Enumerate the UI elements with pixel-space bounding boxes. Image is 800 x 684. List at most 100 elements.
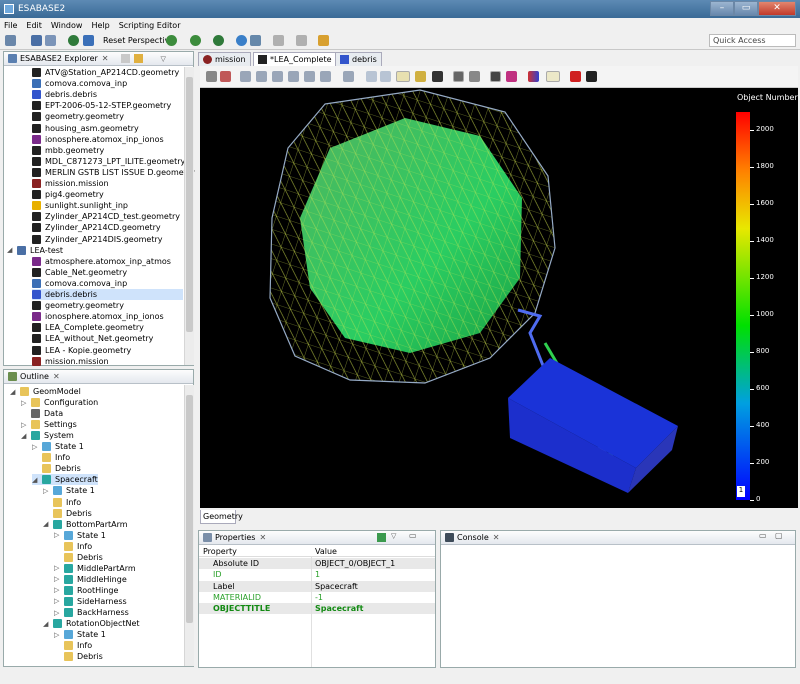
outline-item[interactable]: Debris: [54, 552, 103, 563]
explorer-item[interactable]: LEA_without_Net.geometry: [32, 333, 183, 344]
outline-item[interactable]: ▷ State 1: [54, 530, 106, 541]
expand-icon[interactable]: ▷: [54, 597, 62, 605]
expand-icon[interactable]: ▷: [54, 531, 62, 539]
outline-item[interactable]: ▷ State 1: [32, 441, 84, 452]
minimize-view-icon[interactable]: ▭: [759, 531, 767, 540]
forward-icon[interactable]: [318, 35, 329, 46]
reset-perspective-button[interactable]: Reset Perspective: [103, 36, 174, 45]
expand-icon[interactable]: ▷: [54, 609, 62, 617]
outline-item[interactable]: Debris: [43, 508, 92, 519]
outline-item[interactable]: ▷ RootHinge: [54, 585, 118, 596]
explorer-item[interactable]: LEA_Complete.geometry: [32, 322, 183, 333]
expand-icon[interactable]: ▷: [32, 443, 40, 451]
tab-geometry[interactable]: Geometry: [200, 510, 243, 524]
save-icon[interactable]: [31, 35, 42, 46]
outline-item[interactable]: ◢ GeomModel: [10, 386, 81, 397]
outline-item[interactable]: ▷ Configuration: [21, 397, 98, 408]
expand-icon[interactable]: ▷: [43, 487, 51, 495]
view-menu-icon[interactable]: ▽: [391, 532, 396, 540]
property-row[interactable]: ID 1: [199, 569, 435, 580]
view-iso-icon[interactable]: [343, 71, 354, 82]
explorer-item[interactable]: comova.comova_inp: [32, 278, 183, 289]
outline-item[interactable]: ◢ RotationObjectNet: [43, 618, 140, 629]
explorer-item[interactable]: debris.debris: [32, 89, 183, 100]
select-pointer-icon[interactable]: [432, 71, 443, 82]
menu-file[interactable]: File: [4, 21, 17, 30]
run-icon[interactable]: [68, 35, 79, 46]
explorer-item[interactable]: Zylinder_AP214CD.geometry: [32, 222, 183, 233]
explorer-item[interactable]: ATV@Station_AP214CD.geometry: [32, 67, 183, 78]
expand-icon[interactable]: ◢: [7, 246, 15, 254]
outline-item[interactable]: Debris: [32, 463, 81, 474]
explorer-item[interactable]: comova.comova_inp: [32, 78, 183, 89]
expand-icon[interactable]: ◢: [32, 476, 40, 484]
outline-item[interactable]: Data: [21, 408, 63, 419]
explorer-item[interactable]: ionosphere.atomox_inp_ionos: [32, 311, 183, 322]
expand-icon[interactable]: ◢: [43, 620, 51, 628]
outline-item[interactable]: ◢ Spacecraft: [32, 474, 98, 486]
maximize-button[interactable]: ▭: [734, 1, 758, 16]
fit-icon[interactable]: [366, 71, 377, 82]
lighting-icon[interactable]: [415, 71, 426, 82]
display-mode-icon[interactable]: [396, 71, 410, 82]
menu-scripting-editor[interactable]: Scripting Editor: [119, 21, 181, 30]
menu-help[interactable]: Help: [91, 21, 109, 30]
close-icon[interactable]: ✕: [53, 372, 60, 381]
explorer-scroll-thumb[interactable]: [186, 77, 193, 332]
expand-icon[interactable]: ▷: [54, 564, 62, 572]
link-editor-icon[interactable]: [133, 54, 143, 63]
explorer-item[interactable]: MERLIN GSTB LIST ISSUE D.geometry: [32, 167, 195, 178]
property-row[interactable]: OBJECTTITLE Spacecraft: [199, 603, 435, 615]
expand-icon[interactable]: ▷: [54, 586, 62, 594]
explorer-item[interactable]: pig4.geometry: [32, 189, 183, 200]
export-pdf-icon[interactable]: [570, 71, 581, 82]
refresh-icon[interactable]: [190, 35, 201, 46]
property-row[interactable]: Absolute ID OBJECT_0/OBJECT_1: [199, 558, 435, 569]
outline-item[interactable]: ▷ State 1: [54, 629, 106, 640]
explorer-item[interactable]: Zylinder_AP214DIS.geometry: [32, 234, 183, 245]
view-right-icon[interactable]: [288, 71, 299, 82]
axes-icon[interactable]: [506, 71, 517, 82]
save-all-icon[interactable]: [45, 35, 56, 46]
tab-mission[interactable]: mission: [198, 52, 251, 66]
view-top-icon[interactable]: [304, 71, 315, 82]
outline-item[interactable]: ▷ MiddleHinge: [54, 574, 127, 585]
outline-item[interactable]: Info: [43, 497, 81, 508]
menu-edit[interactable]: Edit: [26, 21, 42, 30]
explorer-item[interactable]: atmosphere.atomox_inp_atmos: [32, 256, 183, 267]
view-left-icon[interactable]: [272, 71, 283, 82]
color-map-icon[interactable]: [528, 71, 539, 82]
explorer-item[interactable]: EPT-2006-05-12-STEP.geometry: [32, 100, 183, 111]
outline-item[interactable]: Info: [54, 640, 92, 651]
expand-icon[interactable]: ▷: [21, 399, 29, 407]
view-bottom-icon[interactable]: [320, 71, 331, 82]
collapse-all-icon[interactable]: [120, 54, 130, 63]
new-icon[interactable]: [5, 35, 16, 46]
edit-icon[interactable]: [273, 35, 284, 46]
close-icon[interactable]: ✕: [259, 533, 266, 542]
expand-icon[interactable]: ▷: [21, 421, 29, 429]
explorer-item[interactable]: ◢ LEA-test: [7, 245, 183, 256]
web-icon[interactable]: [236, 35, 247, 46]
value-column-header[interactable]: Value: [315, 547, 337, 556]
explorer-item[interactable]: debris.debris: [32, 289, 183, 300]
search-icon[interactable]: [250, 35, 261, 46]
shaded-icon[interactable]: [469, 71, 480, 82]
tab-lea-complete[interactable]: *LEA_Complete ✕: [253, 52, 348, 66]
zoom-region-icon[interactable]: [380, 71, 391, 82]
globe-icon[interactable]: [166, 35, 177, 46]
explorer-item[interactable]: housing_asm.geometry: [32, 123, 183, 134]
outline-item[interactable]: Debris: [54, 651, 103, 662]
close-button[interactable]: ✕: [758, 1, 796, 16]
outline-scroll-thumb[interactable]: [186, 395, 193, 623]
explorer-item[interactable]: Zylinder_AP214CD_test.geometry: [32, 211, 183, 222]
property-column-header[interactable]: Property: [203, 547, 237, 556]
debug-icon[interactable]: [213, 35, 224, 46]
expand-icon[interactable]: ◢: [21, 432, 29, 440]
minimize-button[interactable]: –: [710, 1, 734, 16]
outline-item[interactable]: ▷ BackHarness: [54, 607, 129, 618]
back-icon[interactable]: [296, 35, 307, 46]
wireframe-icon[interactable]: [453, 71, 464, 82]
explorer-item[interactable]: mbb.geometry: [32, 145, 183, 156]
view-back-icon[interactable]: [256, 71, 267, 82]
